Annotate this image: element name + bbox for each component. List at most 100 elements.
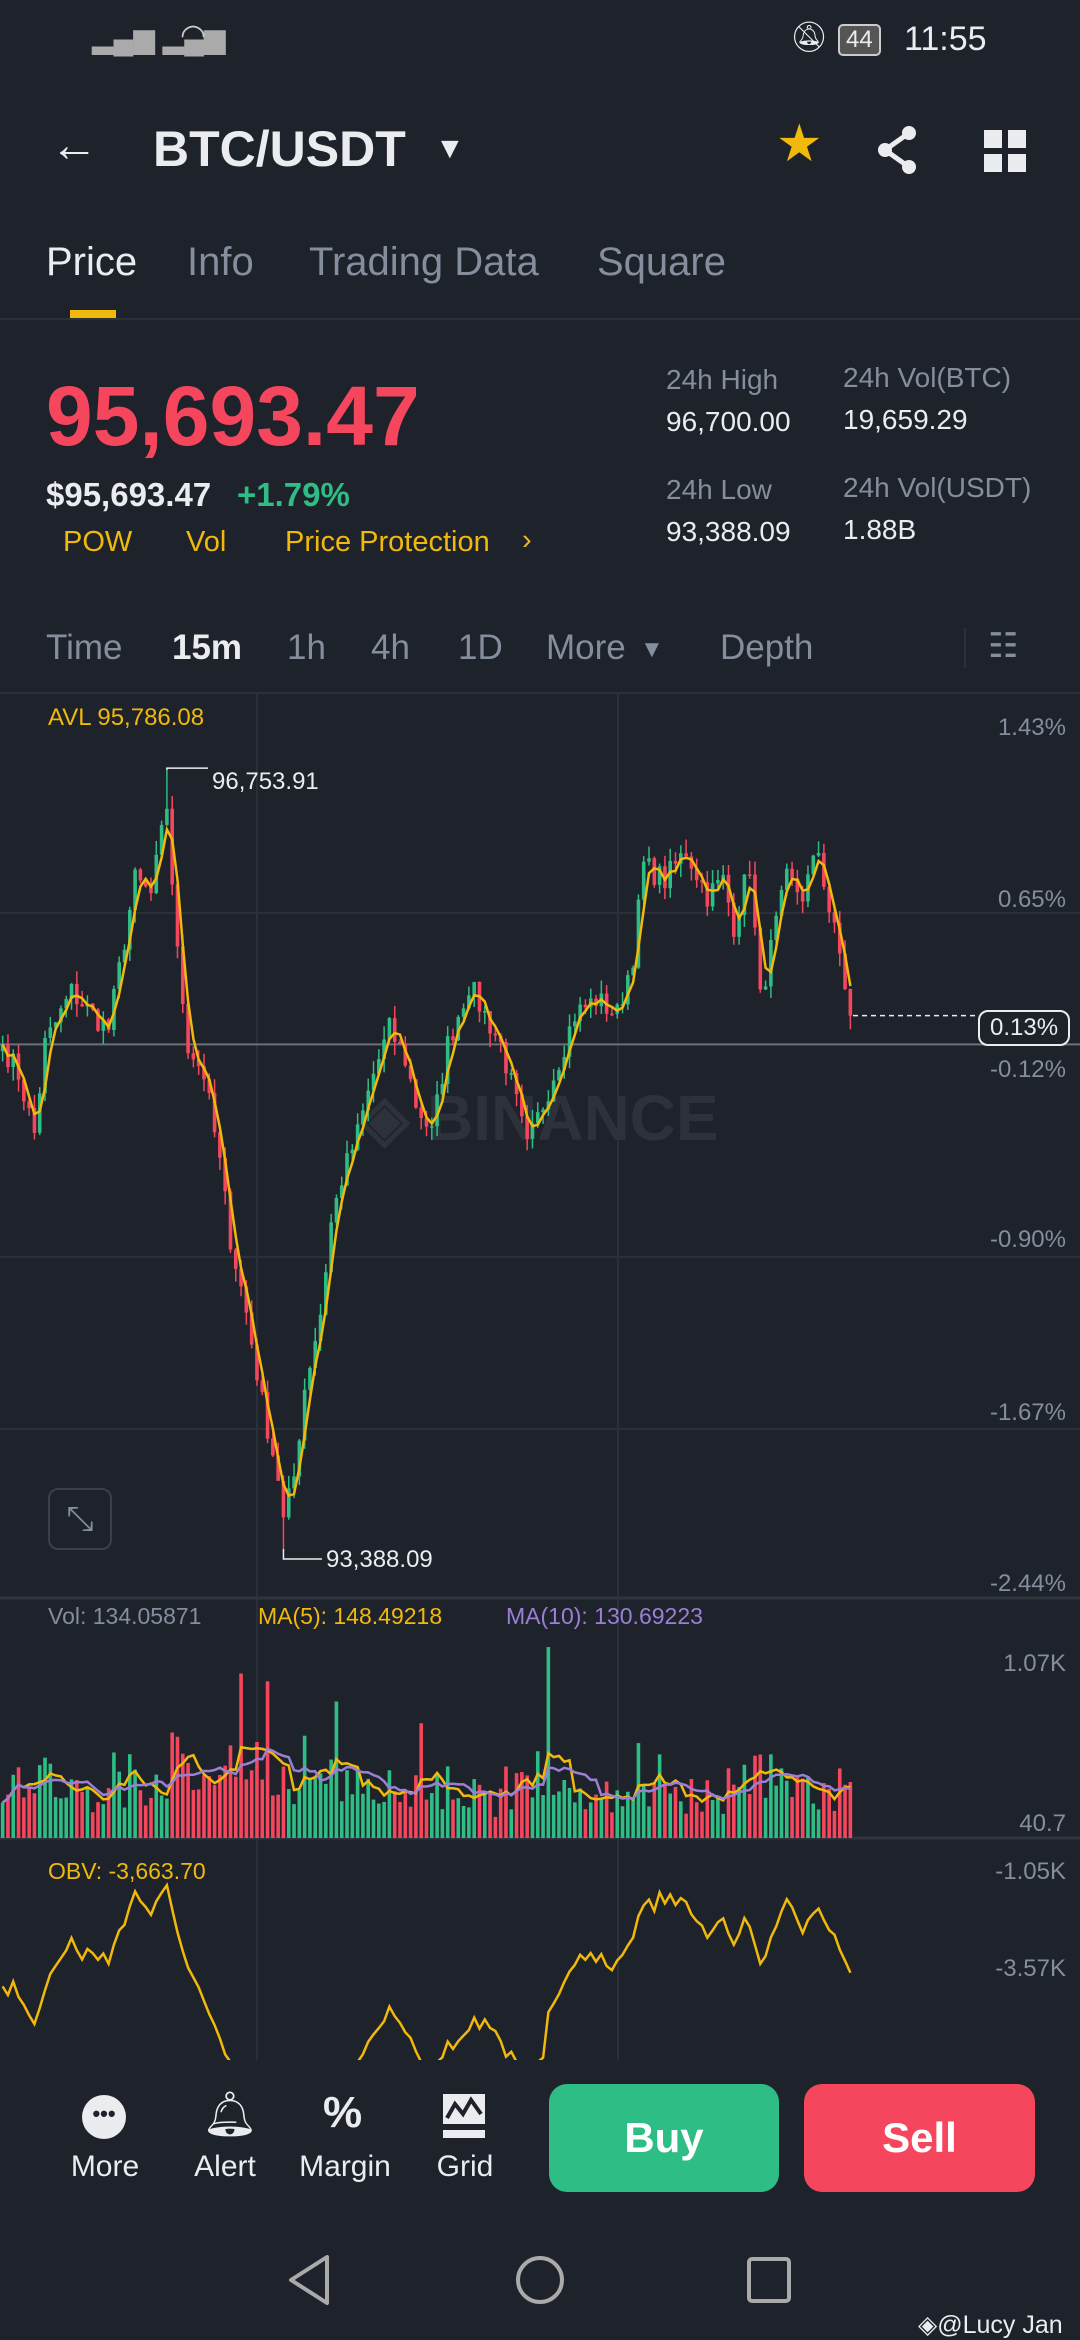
volume-bar: [758, 1754, 763, 1838]
tab-trading-data[interactable]: Trading Data: [309, 240, 539, 285]
tag-pow[interactable]: POW: [63, 526, 132, 559]
pair-dropdown-icon[interactable]: ▼: [435, 132, 465, 166]
volume-bar: [647, 1806, 651, 1838]
timeframe-1h[interactable]: 1h: [287, 628, 326, 668]
chevron-right-icon[interactable]: ›: [522, 524, 532, 557]
margin-percent-icon[interactable]: %: [323, 2088, 362, 2138]
volume-bar: [361, 1793, 365, 1838]
timeframe-4h[interactable]: 4h: [371, 628, 410, 668]
volume-bar: [196, 1789, 201, 1838]
more-dots-icon[interactable]: •••: [82, 2095, 126, 2139]
candle-body: [138, 869, 143, 881]
volume-bar: [716, 1796, 720, 1838]
volume-bar: [816, 1809, 821, 1838]
grid-layout-icon[interactable]: [984, 130, 1026, 172]
stat-label: 24h Low: [666, 474, 772, 505]
depth-tab[interactable]: Depth: [720, 628, 813, 668]
low-price-marker: 93,388.09: [326, 1546, 433, 1573]
back-arrow-icon[interactable]: ←: [50, 118, 98, 173]
favorite-star-icon[interactable]: ★: [776, 114, 823, 174]
volume-bar: [11, 1774, 16, 1838]
pct-axis-label: 1.43%: [997, 714, 1066, 741]
pct-axis-label: 0.65%: [997, 886, 1066, 913]
tab-info[interactable]: Info: [187, 240, 254, 285]
volume-bar: [143, 1805, 148, 1838]
volume-bar: [663, 1785, 667, 1838]
volume-bar: [350, 1794, 355, 1838]
volume-bar: [85, 1786, 90, 1838]
volume-bar: [705, 1780, 710, 1838]
more-dropdown-icon[interactable]: ▼: [640, 636, 664, 664]
volume-bar: [355, 1767, 360, 1838]
volume-bar: [763, 1797, 768, 1838]
nav-recents-icon[interactable]: [746, 2256, 792, 2304]
volume-bar: [694, 1802, 699, 1838]
timeframe-time[interactable]: Time: [46, 628, 122, 668]
more-button[interactable]: More: [50, 2150, 160, 2184]
candle-body: [647, 858, 651, 862]
tab-square[interactable]: Square: [597, 240, 726, 285]
alert-bell-icon[interactable]: 🔔︎: [202, 2088, 258, 2140]
volume-bar: [138, 1790, 143, 1838]
candle-body: [816, 853, 821, 856]
alert-button[interactable]: Alert: [170, 2150, 280, 2184]
volume-bar: [848, 1781, 853, 1838]
volume-bar: [414, 1775, 418, 1838]
nav-home-icon[interactable]: [514, 2254, 566, 2306]
status-bar: ▂▄▆ ▂▄▆ ◠ 🔕︎ 44 11:55: [0, 18, 1080, 68]
grid-trading-icon[interactable]: [443, 2094, 485, 2140]
margin-button[interactable]: Margin: [290, 2150, 400, 2184]
tab-price[interactable]: Price: [46, 240, 137, 285]
share-icon[interactable]: [875, 125, 921, 175]
volume-bar: [276, 1794, 280, 1838]
volume-bar: [578, 1788, 582, 1838]
volume-bar: [6, 1794, 10, 1838]
ma10-label: MA(10): 130.69223: [506, 1603, 703, 1629]
volume-bar: [488, 1794, 492, 1838]
grid-button[interactable]: Grid: [410, 2150, 520, 2184]
volume-bar: [429, 1793, 434, 1838]
volume-bar: [573, 1802, 577, 1838]
volume-bar: [456, 1798, 461, 1838]
volume-bar: [302, 1735, 307, 1838]
volume-bar: [424, 1799, 429, 1838]
volume-bar: [604, 1781, 609, 1838]
tag-price-protection[interactable]: Price Protection: [285, 526, 490, 559]
volume-bar: [297, 1790, 302, 1838]
fullscreen-expand-icon[interactable]: ⤡: [48, 1488, 112, 1550]
volume-bar: [101, 1804, 106, 1838]
volume-bar: [493, 1816, 498, 1838]
active-tab-indicator: [70, 310, 116, 318]
timeframe-15m[interactable]: 15m: [172, 628, 242, 668]
volume-bar: [117, 1771, 122, 1838]
obv-line: [1, 1882, 852, 2064]
timeframe-1d[interactable]: 1D: [458, 628, 503, 668]
timeframe-more[interactable]: More: [546, 628, 626, 668]
volume-bar: [212, 1785, 217, 1838]
volume-bar: [22, 1797, 26, 1838]
divider: [964, 628, 966, 668]
candle-body: [493, 1033, 498, 1036]
volume-bar: [377, 1803, 381, 1838]
volume-bar: [567, 1787, 572, 1838]
volume-bar: [551, 1794, 556, 1838]
volume-bar: [149, 1797, 153, 1838]
volume-bar: [599, 1798, 604, 1838]
volume-bar: [80, 1791, 84, 1838]
chart-settings-icon[interactable]: ☷: [988, 626, 1018, 666]
binance-logo-icon: ◈: [918, 2311, 938, 2339]
volume-bar: [286, 1789, 291, 1838]
sell-button[interactable]: Sell: [804, 2084, 1035, 2192]
buy-button[interactable]: Buy: [549, 2084, 779, 2192]
nav-back-icon[interactable]: [285, 2254, 335, 2306]
volume-bar: [737, 1786, 741, 1838]
high-marker-line: [166, 767, 208, 771]
volume-bar: [467, 1807, 471, 1838]
volume-bar: [392, 1791, 397, 1838]
tag-vol[interactable]: Vol: [186, 526, 226, 559]
candle-body: [684, 853, 688, 857]
volume-bar: [588, 1802, 593, 1838]
volume-bar: [525, 1775, 529, 1838]
pair-title[interactable]: BTC/USDT: [153, 120, 406, 178]
volume-bar: [779, 1768, 784, 1838]
